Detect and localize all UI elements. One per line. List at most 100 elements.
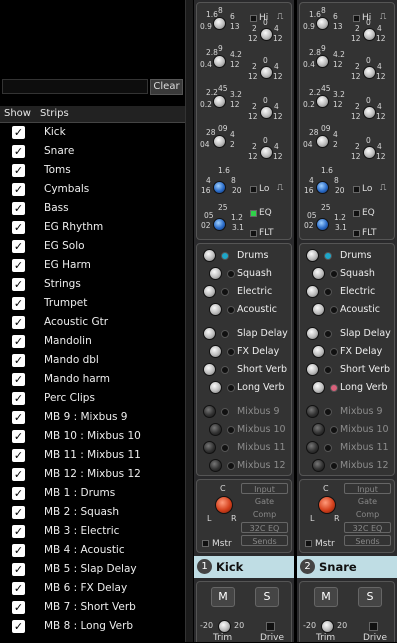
send-enable-indicator[interactable] — [330, 348, 338, 356]
send-level-knob[interactable] — [306, 363, 319, 376]
eq-frequency-knob[interactable] — [316, 55, 329, 68]
show-checkbox[interactable]: ✓ — [12, 259, 25, 272]
send-enable-indicator[interactable] — [330, 462, 338, 470]
eq-gain-knob[interactable] — [363, 66, 376, 79]
send-enable-indicator[interactable] — [221, 288, 229, 296]
comp-toggle[interactable]: Comp — [241, 509, 288, 520]
lo-frequency-knob[interactable] — [316, 181, 329, 194]
send-enable-indicator[interactable] — [221, 252, 229, 260]
comp-toggle[interactable]: Comp — [344, 509, 391, 520]
send-enable-indicator[interactable] — [330, 426, 338, 434]
send-enable-indicator[interactable] — [227, 426, 235, 434]
eq-frequency-knob[interactable] — [213, 135, 226, 148]
show-checkbox[interactable]: ✓ — [12, 487, 25, 500]
send-level-knob[interactable] — [312, 459, 325, 472]
send-level-knob[interactable] — [312, 345, 325, 358]
list-item[interactable]: ✓ MB 6 : FX Delay — [0, 579, 185, 598]
send-enable-indicator[interactable] — [324, 366, 332, 374]
gate-toggle[interactable]: Gate — [344, 496, 391, 507]
strip-filter-input[interactable] — [2, 79, 148, 94]
show-checkbox[interactable]: ✓ — [12, 506, 25, 519]
show-checkbox[interactable]: ✓ — [12, 183, 25, 196]
send-level-knob[interactable] — [203, 441, 216, 454]
list-item[interactable]: ✓ MB 5 : Slap Delay — [0, 560, 185, 579]
show-checkbox[interactable]: ✓ — [12, 240, 25, 253]
eq-gain-knob[interactable] — [260, 66, 273, 79]
list-item[interactable]: ✓ Toms — [0, 161, 185, 180]
send-enable-indicator[interactable] — [221, 330, 229, 338]
hi-enable-led[interactable] — [353, 15, 360, 22]
show-checkbox[interactable]: ✓ — [12, 202, 25, 215]
send-enable-indicator[interactable] — [221, 444, 229, 452]
send-enable-indicator[interactable] — [330, 270, 338, 278]
list-item[interactable]: ✓ Strings — [0, 275, 185, 294]
list-item[interactable]: ✓ MB 8 : Long Verb — [0, 617, 185, 636]
show-column-header[interactable]: Show — [4, 106, 31, 122]
show-checkbox[interactable]: ✓ — [12, 297, 25, 310]
send-enable-indicator[interactable] — [330, 306, 338, 314]
eq-frequency-knob[interactable] — [316, 95, 329, 108]
show-checkbox[interactable]: ✓ — [12, 525, 25, 538]
list-item[interactable]: ✓ EG Solo — [0, 237, 185, 256]
send-level-knob[interactable] — [312, 381, 325, 394]
send-level-knob[interactable] — [209, 381, 222, 394]
show-checkbox[interactable]: ✓ — [12, 411, 25, 424]
list-item[interactable]: ✓ Mandolin — [0, 332, 185, 351]
eq-gain-knob[interactable] — [363, 28, 376, 41]
show-checkbox[interactable]: ✓ — [12, 145, 25, 158]
list-item[interactable]: ✓ MB 7 : Short Verb — [0, 598, 185, 617]
eq-gain-knob[interactable] — [363, 106, 376, 119]
send-level-knob[interactable] — [306, 405, 319, 418]
show-checkbox[interactable]: ✓ — [12, 335, 25, 348]
send-level-knob[interactable] — [203, 327, 216, 340]
eq-enable-led[interactable] — [250, 210, 257, 217]
list-item[interactable]: ✓ EG Rhythm — [0, 218, 185, 237]
show-checkbox[interactable]: ✓ — [12, 278, 25, 291]
eq-gain-knob[interactable] — [363, 146, 376, 159]
list-item[interactable]: ✓ MB 10 : Mixbus 10 — [0, 427, 185, 446]
list-item[interactable]: ✓ Mando harm — [0, 370, 185, 389]
list-item[interactable]: ✓ MB 11 : Mixbus 11 — [0, 446, 185, 465]
eq-frequency-knob[interactable] — [213, 17, 226, 30]
show-checkbox[interactable]: ✓ — [12, 601, 25, 614]
drive-led[interactable] — [266, 622, 275, 631]
list-item[interactable]: ✓ Trumpet — [0, 294, 185, 313]
mute-button[interactable]: M — [211, 587, 235, 607]
drive-led[interactable] — [369, 622, 378, 631]
send-level-knob[interactable] — [306, 285, 319, 298]
hi-enable-led[interactable] — [250, 15, 257, 22]
solo-button[interactable]: S — [255, 587, 279, 607]
show-checkbox[interactable]: ✓ — [12, 620, 25, 633]
show-checkbox[interactable]: ✓ — [12, 221, 25, 234]
list-item[interactable]: ✓ Mando dbl — [0, 351, 185, 370]
list-item[interactable]: ✓ MB 9 : Mixbus 9 — [0, 408, 185, 427]
sends-toggle[interactable]: Sends — [241, 535, 288, 546]
send-level-knob[interactable] — [203, 249, 216, 262]
send-enable-indicator[interactable] — [324, 252, 332, 260]
send-level-knob[interactable] — [306, 327, 319, 340]
sends-toggle[interactable]: Sends — [344, 535, 391, 546]
show-checkbox[interactable]: ✓ — [12, 544, 25, 557]
send-level-knob[interactable] — [209, 459, 222, 472]
show-checkbox[interactable]: ✓ — [12, 392, 25, 405]
show-checkbox[interactable]: ✓ — [12, 449, 25, 462]
lo-enable-led[interactable] — [353, 186, 360, 193]
trim-knob[interactable] — [321, 620, 334, 633]
show-checkbox[interactable]: ✓ — [12, 582, 25, 595]
list-item[interactable]: ✓ MB 4 : Acoustic — [0, 541, 185, 560]
clear-button[interactable]: Clear — [150, 79, 183, 95]
eq-frequency-knob[interactable] — [213, 95, 226, 108]
send-enable-indicator[interactable] — [227, 270, 235, 278]
send-enable-indicator[interactable] — [227, 348, 235, 356]
send-level-knob[interactable] — [209, 423, 222, 436]
send-level-knob[interactable] — [203, 405, 216, 418]
send-enable-indicator[interactable] — [330, 384, 338, 392]
send-enable-indicator[interactable] — [221, 366, 229, 374]
show-checkbox[interactable]: ✓ — [12, 430, 25, 443]
show-checkbox[interactable]: ✓ — [12, 164, 25, 177]
list-item[interactable]: ✓ MB 12 : Mixbus 12 — [0, 465, 185, 484]
eq-frequency-knob[interactable] — [213, 55, 226, 68]
pan-knob[interactable] — [318, 496, 336, 514]
list-item[interactable]: ✓ EG Harm — [0, 256, 185, 275]
lo-enable-led[interactable] — [250, 186, 257, 193]
